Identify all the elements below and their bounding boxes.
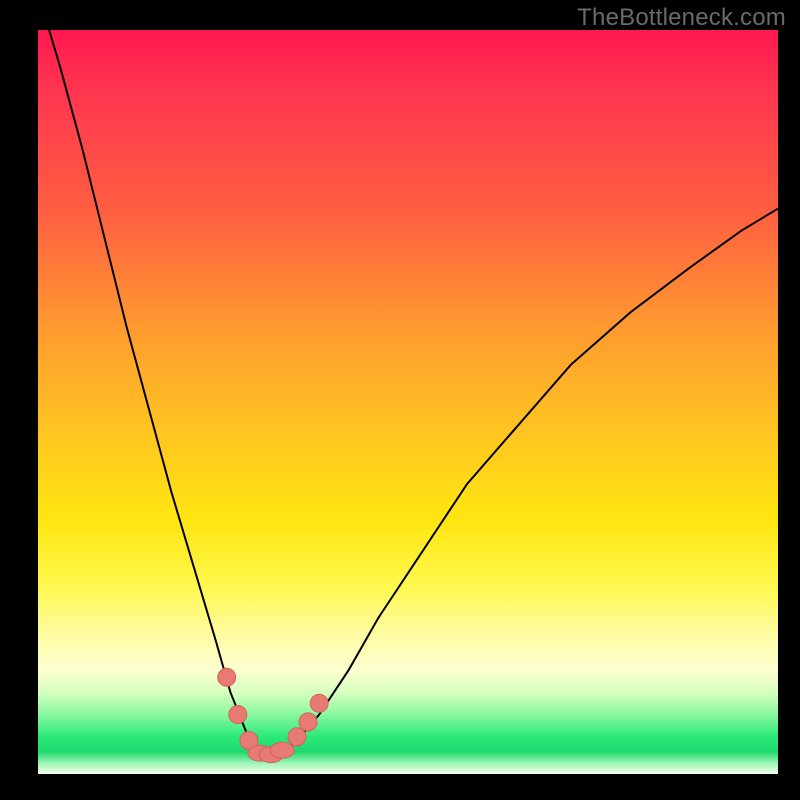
- chart-frame: TheBottleneck.com: [0, 0, 800, 800]
- marker-point: [270, 742, 294, 758]
- plot-area: [38, 30, 778, 774]
- marker-point: [310, 694, 328, 712]
- marker-point: [229, 706, 247, 724]
- marker-point: [218, 668, 236, 686]
- curve-layer: [38, 30, 778, 774]
- watermark-text: TheBottleneck.com: [577, 4, 786, 32]
- marker-point: [288, 728, 306, 746]
- bottleneck-curve: [38, 0, 778, 755]
- marker-point: [299, 713, 317, 731]
- highlighted-points: [218, 668, 329, 762]
